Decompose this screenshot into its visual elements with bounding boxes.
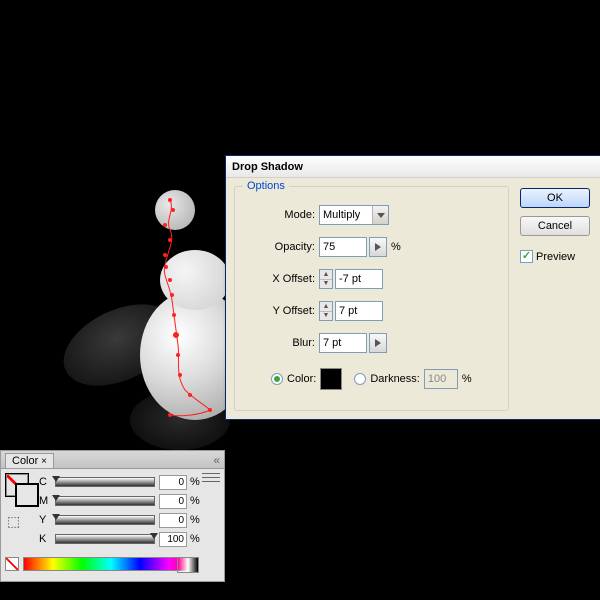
c-label: C <box>39 476 51 488</box>
none-swatch[interactable] <box>5 557 19 571</box>
xoffset-input[interactable] <box>335 269 383 289</box>
color-swatch[interactable] <box>320 368 342 390</box>
mode-value: Multiply <box>323 209 360 221</box>
drop-shadow-dialog: Drop Shadow Options Mode: Multiply Opaci… <box>225 155 600 420</box>
m-input[interactable] <box>159 494 187 509</box>
preview-label: Preview <box>536 251 575 263</box>
k-slider[interactable] <box>55 534 155 544</box>
options-legend: Options <box>243 180 289 192</box>
close-icon[interactable]: « <box>213 453 220 467</box>
blur-input[interactable] <box>319 333 367 353</box>
xoffset-label: X Offset: <box>257 273 315 285</box>
m-slider[interactable] <box>55 496 155 506</box>
opacity-flyout-button[interactable] <box>369 237 387 257</box>
color-tab[interactable]: Color × <box>5 453 54 468</box>
yoffset-spinner[interactable]: ▲▼ <box>319 301 333 321</box>
ok-button[interactable]: OK <box>520 188 590 208</box>
darkness-radio[interactable] <box>354 373 366 385</box>
opacity-label: Opacity: <box>257 241 315 253</box>
blur-flyout-button[interactable] <box>369 333 387 353</box>
options-fieldset: Options Mode: Multiply Opacity: % <box>234 186 509 411</box>
percent-label-2: % <box>462 373 472 385</box>
mode-dropdown[interactable]: Multiply <box>319 205 389 225</box>
color-panel-tabbar[interactable]: Color × « <box>1 451 224 469</box>
color-label: Color: <box>287 373 316 385</box>
xoffset-spinner[interactable]: ▲▼ <box>319 269 333 289</box>
yoffset-input[interactable] <box>335 301 383 321</box>
color-radio[interactable] <box>271 373 283 385</box>
k-input[interactable] <box>159 532 187 547</box>
spectrum-bar[interactable] <box>23 557 199 571</box>
darkness-label: Darkness: <box>370 373 420 385</box>
fill-stroke-swatches[interactable] <box>5 473 29 497</box>
y-input[interactable] <box>159 513 187 528</box>
darkness-input <box>424 369 458 389</box>
y-label: Y <box>39 514 51 526</box>
dialog-title: Drop Shadow <box>232 161 303 173</box>
cancel-button[interactable]: Cancel <box>520 216 590 236</box>
chess-piece-white-top <box>155 190 195 230</box>
k-label: K <box>39 533 51 545</box>
color-panel: Color × « ⬚ C % M % Y <box>0 450 225 582</box>
cube-icon[interactable]: ⬚ <box>7 513 20 530</box>
yoffset-label: Y Offset: <box>257 305 315 317</box>
dialog-titlebar[interactable]: Drop Shadow <box>226 156 600 178</box>
c-input[interactable] <box>159 475 187 490</box>
percent-label: % <box>391 241 401 253</box>
opacity-input[interactable] <box>319 237 367 257</box>
mode-label: Mode: <box>257 209 315 221</box>
blur-label: Blur: <box>257 337 315 349</box>
m-label: M <box>39 495 51 507</box>
c-slider[interactable] <box>55 477 155 487</box>
y-slider[interactable] <box>55 515 155 525</box>
chevron-down-icon[interactable] <box>372 206 388 224</box>
preview-checkbox[interactable] <box>520 250 533 263</box>
